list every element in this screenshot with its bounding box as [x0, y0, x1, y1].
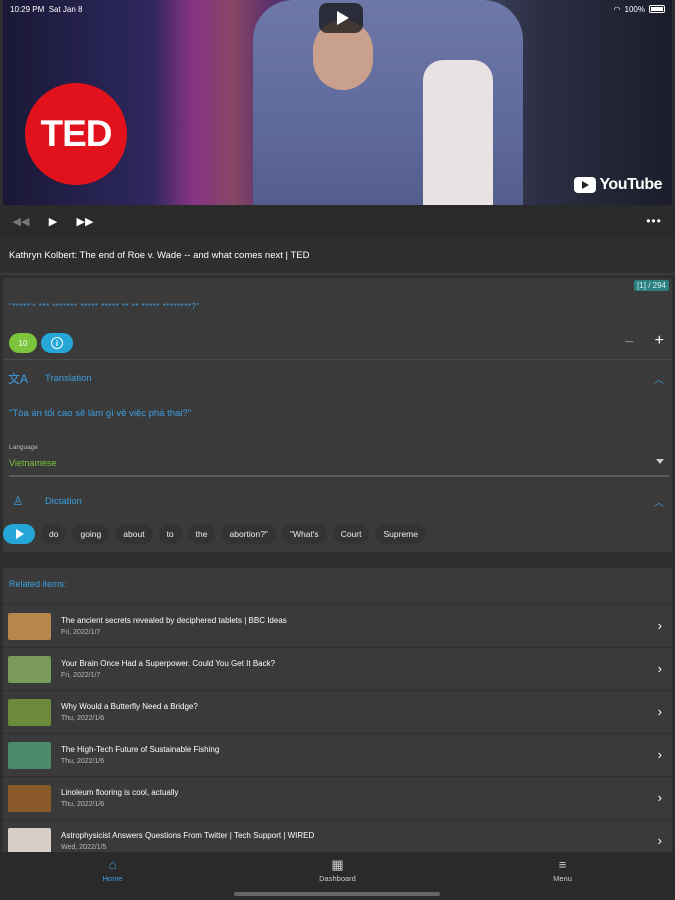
video-title: Kathryn Kolbert: The end of Roe v. Wade … [0, 237, 675, 275]
status-time-date: 10:29 PM Sat Jan 8 [10, 5, 83, 14]
sentence-counter: [1] / 294 [634, 280, 669, 291]
rewind-icon[interactable]: ◀◀ [10, 210, 32, 232]
tab-menu[interactable]: ≡ Menu [450, 852, 675, 900]
chevron-right-icon[interactable]: › [658, 704, 662, 719]
home-indicator [234, 892, 440, 896]
item-title: The ancient secrets revealed by decipher… [61, 616, 287, 625]
item-title: Why Would a Butterfly Need a Bridge? [61, 702, 198, 711]
thumbnail [8, 827, 51, 855]
item-title: Your Brain Once Had a Superpower. Could … [61, 659, 276, 668]
menu-icon: ≡ [558, 857, 567, 872]
status-right: ◠ 100% [614, 5, 665, 14]
increase-button[interactable]: + [655, 332, 664, 350]
word-chip[interactable]: the [187, 524, 216, 544]
more-options-icon[interactable]: ••• [643, 210, 665, 232]
tab-label: Dashboard [319, 874, 356, 883]
lesson-card: [1] / 294 "*****'* *** ******* ***** ***… [3, 278, 672, 552]
dictation-header[interactable]: ♙ Dictation ︿ [3, 487, 672, 515]
fast-forward-icon[interactable]: ▶▶ [74, 210, 96, 232]
ted-logo: TED [25, 83, 127, 185]
masked-sentence: "*****'* *** ******* ***** ***** ** ** *… [9, 302, 200, 311]
word-chip[interactable]: Court [332, 524, 370, 544]
chevron-up-icon[interactable]: ︿ [654, 371, 664, 386]
translation-header[interactable]: 文A Translation ︿ [3, 364, 672, 392]
thumbnail [8, 655, 51, 683]
item-date: Thu, 2022/1/6 [61, 758, 105, 765]
language-underline [9, 475, 669, 477]
word-chip[interactable]: Supreme [375, 524, 426, 544]
dictation-play-button[interactable] [3, 524, 35, 544]
decrease-button[interactable]: − [625, 334, 634, 352]
tab-home[interactable]: ⌂ Home [0, 852, 225, 900]
wifi-icon: ◠ [613, 4, 621, 14]
item-date: Thu, 2022/1/6 [61, 801, 105, 808]
status-time: 10:29 PM [10, 4, 45, 14]
item-date: Wed, 2022/1/5 [61, 844, 107, 851]
youtube-icon [574, 177, 597, 193]
tab-label: Home [102, 874, 123, 883]
item-title: The High-Tech Future of Sustainable Fish… [61, 745, 220, 754]
play-icon[interactable]: ▶ [42, 210, 64, 232]
chevron-right-icon[interactable]: › [658, 833, 662, 848]
thumbnail [8, 698, 51, 726]
dictation-icon: ♙ [12, 494, 24, 508]
related-items-label: Related items: [9, 579, 67, 589]
chevron-right-icon[interactable]: › [658, 618, 662, 633]
list-item[interactable]: Your Brain Once Had a Superpower. Could … [3, 647, 672, 690]
related-list: The ancient secrets revealed by decipher… [3, 604, 672, 862]
info-icon: i [51, 337, 63, 349]
item-title: Linoleum flooring is cool, actually [61, 788, 179, 797]
chevron-right-icon[interactable]: › [658, 747, 662, 762]
dictation-label: Dictation [45, 495, 82, 507]
word-chip[interactable]: abortion?" [221, 524, 276, 544]
dashboard-icon: ▦ [331, 857, 344, 872]
list-item[interactable]: The High-Tech Future of Sustainable Fish… [3, 733, 672, 776]
dropdown-caret-icon[interactable] [656, 459, 664, 464]
item-date: Fri, 2022/1/7 [61, 629, 101, 636]
item-date: Thu, 2022/1/6 [61, 715, 105, 722]
video-player[interactable]: TED YouTube [3, 0, 672, 205]
dictation-words: do going about to the abortion?" "What's… [3, 524, 426, 544]
word-chip[interactable]: about [115, 524, 153, 544]
word-chip[interactable]: "What's [281, 524, 327, 544]
list-item[interactable]: Why Would a Butterfly Need a Bridge? Thu,… [3, 690, 672, 733]
chevron-right-icon[interactable]: › [658, 661, 662, 676]
tab-label: Menu [553, 874, 572, 883]
battery-percent: 100% [624, 4, 645, 14]
language-label: Language [9, 444, 38, 451]
divider [3, 359, 672, 360]
item-title: Astrophysicist Answers Questions From Tw… [61, 831, 315, 840]
battery-icon [649, 5, 665, 13]
chevron-right-icon[interactable]: › [658, 790, 662, 805]
youtube-logo[interactable]: YouTube [574, 176, 662, 194]
ted-logo-text: TED [40, 113, 113, 154]
word-chip[interactable]: do [41, 524, 67, 544]
list-item[interactable]: Linoleum flooring is cool, actually Thu, … [3, 776, 672, 819]
level-badge[interactable]: 10 [9, 333, 37, 353]
translation-label: Translation [45, 372, 92, 384]
item-date: Fri, 2022/1/7 [61, 672, 101, 679]
thumbnail [8, 741, 51, 769]
video-speaker-shirt [423, 60, 493, 205]
info-button[interactable]: i [41, 333, 73, 353]
status-date: Sat Jan 8 [48, 4, 83, 14]
chevron-up-icon[interactable]: ︿ [654, 494, 664, 509]
thumbnail [8, 784, 51, 812]
language-select[interactable]: Vietnamese [9, 458, 56, 468]
list-item[interactable]: The ancient secrets revealed by decipher… [3, 604, 672, 647]
player-controls: ◀◀ ▶ ▶▶ ••• [0, 205, 675, 237]
youtube-logo-text: YouTube [599, 176, 662, 193]
home-icon: ⌂ [108, 857, 117, 872]
translation-text: "Tòa án tối cao sẽ làm gì về việc phá th… [9, 408, 192, 419]
word-chip[interactable]: to [158, 524, 182, 544]
status-bar: 10:29 PM Sat Jan 8 ◠ 100% [0, 0, 675, 18]
translate-icon: 文A [8, 371, 29, 386]
word-chip[interactable]: going [72, 524, 110, 544]
thumbnail [8, 612, 51, 640]
